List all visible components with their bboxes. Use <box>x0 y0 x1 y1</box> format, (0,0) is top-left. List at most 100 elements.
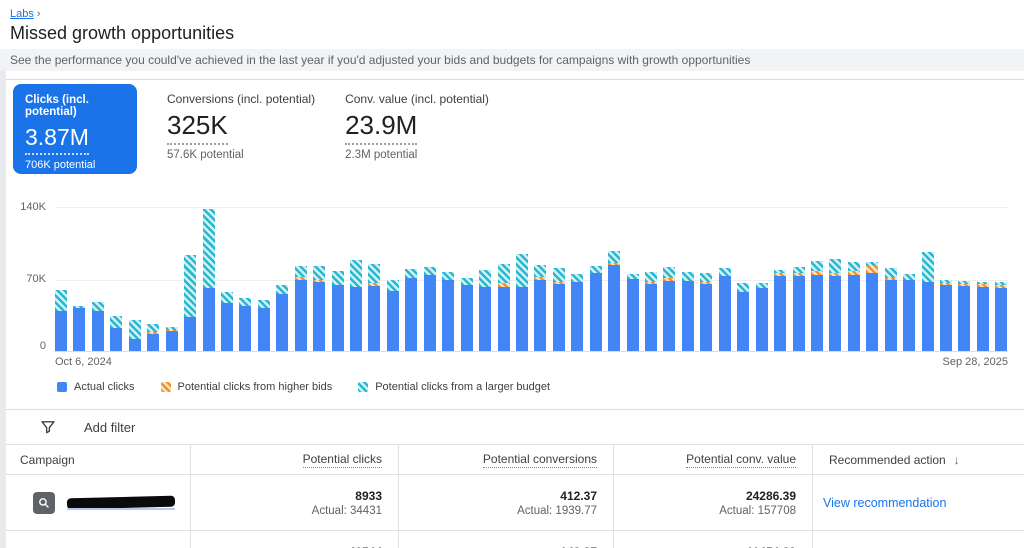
week-bar[interactable] <box>534 265 546 351</box>
week-bar[interactable] <box>719 268 731 351</box>
search-campaign-icon <box>33 492 55 514</box>
week-bar[interactable] <box>147 324 159 351</box>
actual-clicks-segment <box>829 276 841 351</box>
actual-clicks-segment <box>903 280 915 351</box>
actual-clicks-segment <box>313 282 325 351</box>
metric-card-conversions[interactable]: Conversions (incl. potential) 325K 57.6K… <box>167 84 315 161</box>
week-bar[interactable] <box>645 272 657 351</box>
week-bar[interactable] <box>295 266 307 351</box>
week-bar[interactable] <box>516 254 528 351</box>
sort-descending-icon[interactable]: ↓ <box>954 453 960 467</box>
actual-clicks-segment <box>737 292 749 351</box>
actual-clicks-segment <box>110 328 122 351</box>
week-bar[interactable] <box>940 280 952 351</box>
week-bar[interactable] <box>774 270 786 351</box>
potential-clicks-from-a-larger-budget-segment <box>811 261 823 271</box>
potential-conv-value-header-label[interactable]: Potential conv. value <box>686 452 796 468</box>
potential-clicks-from-a-larger-budget-segment <box>885 268 897 278</box>
actual-clicks-segment <box>848 275 860 351</box>
week-bar[interactable] <box>700 273 712 351</box>
metric-potential: 706K potential <box>25 159 125 171</box>
week-bar[interactable] <box>958 281 970 351</box>
week-bar[interactable] <box>553 268 565 351</box>
metric-card-conv-value[interactable]: Conv. value (incl. potential) 23.9M 2.3M… <box>345 84 489 161</box>
redacted-campaign-name[interactable] <box>67 497 175 508</box>
week-bar[interactable] <box>608 251 620 351</box>
week-bar[interactable] <box>922 252 934 351</box>
potential-value: 24286.39 <box>746 489 796 503</box>
week-bar[interactable] <box>313 266 325 351</box>
week-bar[interactable] <box>793 267 805 351</box>
week-bar[interactable] <box>73 306 85 351</box>
week-bar[interactable] <box>350 260 362 351</box>
filter-bar: Add filter <box>0 409 1024 444</box>
higher-bids-swatch-icon <box>161 382 171 392</box>
week-bar[interactable] <box>332 271 344 351</box>
week-bar[interactable] <box>811 261 823 351</box>
potential-conversions-cell: 142.87 Actual: 1083.39 <box>398 531 613 548</box>
week-bar[interactable] <box>627 274 639 351</box>
potential-clicks-header-label[interactable]: Potential clicks <box>303 452 382 468</box>
week-bar[interactable] <box>756 283 768 351</box>
week-bar[interactable] <box>258 300 270 351</box>
metric-card-clicks[interactable]: Clicks (incl. potential) 3.87M 706K pote… <box>13 84 137 174</box>
week-bar[interactable] <box>995 282 1007 351</box>
column-header-recommended-action[interactable]: Recommended action ↓ <box>812 445 1024 474</box>
potential-conversions-header-label[interactable]: Potential conversions <box>483 452 597 468</box>
week-bar[interactable] <box>405 269 417 351</box>
potential-value: 8933 <box>355 489 382 503</box>
actual-clicks-segment <box>405 278 417 351</box>
potential-conversions-cell: 412.37 Actual: 1939.77 <box>398 475 613 530</box>
actual-clicks-segment <box>756 288 768 351</box>
actual-clicks-segment <box>627 279 639 351</box>
actual-clicks-segment <box>203 288 215 351</box>
actual-clicks-segment <box>571 282 583 351</box>
week-bar[interactable] <box>682 272 694 351</box>
week-bar[interactable] <box>590 266 602 351</box>
campaign-cell[interactable] <box>0 531 190 548</box>
week-bar[interactable] <box>663 267 675 351</box>
week-bar[interactable] <box>92 302 104 351</box>
breadcrumb-chevron-icon: › <box>37 8 41 20</box>
breadcrumb-labs-link[interactable]: Labs <box>10 8 34 20</box>
week-bar[interactable] <box>221 292 233 351</box>
week-bar[interactable] <box>885 268 897 351</box>
view-recommendation-link[interactable]: View recommendation <box>823 496 946 510</box>
campaign-cell[interactable] <box>0 475 190 530</box>
week-bar[interactable] <box>203 209 215 351</box>
week-bar[interactable] <box>129 320 141 351</box>
bar-series[interactable] <box>55 207 1008 351</box>
filter-funnel-icon[interactable] <box>40 419 56 435</box>
week-bar[interactable] <box>55 290 67 351</box>
week-bar[interactable] <box>424 267 436 351</box>
actual-clicks-segment <box>977 287 989 351</box>
week-bar[interactable] <box>461 278 473 351</box>
week-bar[interactable] <box>737 283 749 351</box>
potential-clicks-from-a-larger-budget-segment <box>276 285 288 294</box>
week-bar[interactable] <box>166 327 178 351</box>
week-bar[interactable] <box>368 264 380 351</box>
week-bar[interactable] <box>866 262 878 351</box>
week-bar[interactable] <box>110 316 122 351</box>
week-bar[interactable] <box>184 255 196 351</box>
actual-clicks-segment <box>866 273 878 351</box>
week-bar[interactable] <box>442 272 454 351</box>
potential-clicks-from-a-larger-budget-segment <box>110 316 122 328</box>
week-bar[interactable] <box>977 282 989 351</box>
week-bar[interactable] <box>276 285 288 351</box>
week-bar[interactable] <box>239 298 251 351</box>
week-bar[interactable] <box>903 274 915 351</box>
week-bar[interactable] <box>479 270 491 351</box>
actual-clicks-swatch-icon <box>57 382 67 392</box>
actual-clicks-segment <box>129 339 141 351</box>
add-filter-button[interactable]: Add filter <box>84 420 135 435</box>
week-bar[interactable] <box>848 262 860 351</box>
week-bar[interactable] <box>571 274 583 351</box>
actual-clicks-segment <box>295 280 307 351</box>
week-bar[interactable] <box>829 259 841 351</box>
metric-label: Conv. value (incl. potential) <box>345 92 489 106</box>
actual-clicks-segment <box>73 308 85 351</box>
week-bar[interactable] <box>387 280 399 351</box>
actual-clicks-segment <box>811 275 823 351</box>
week-bar[interactable] <box>498 264 510 351</box>
